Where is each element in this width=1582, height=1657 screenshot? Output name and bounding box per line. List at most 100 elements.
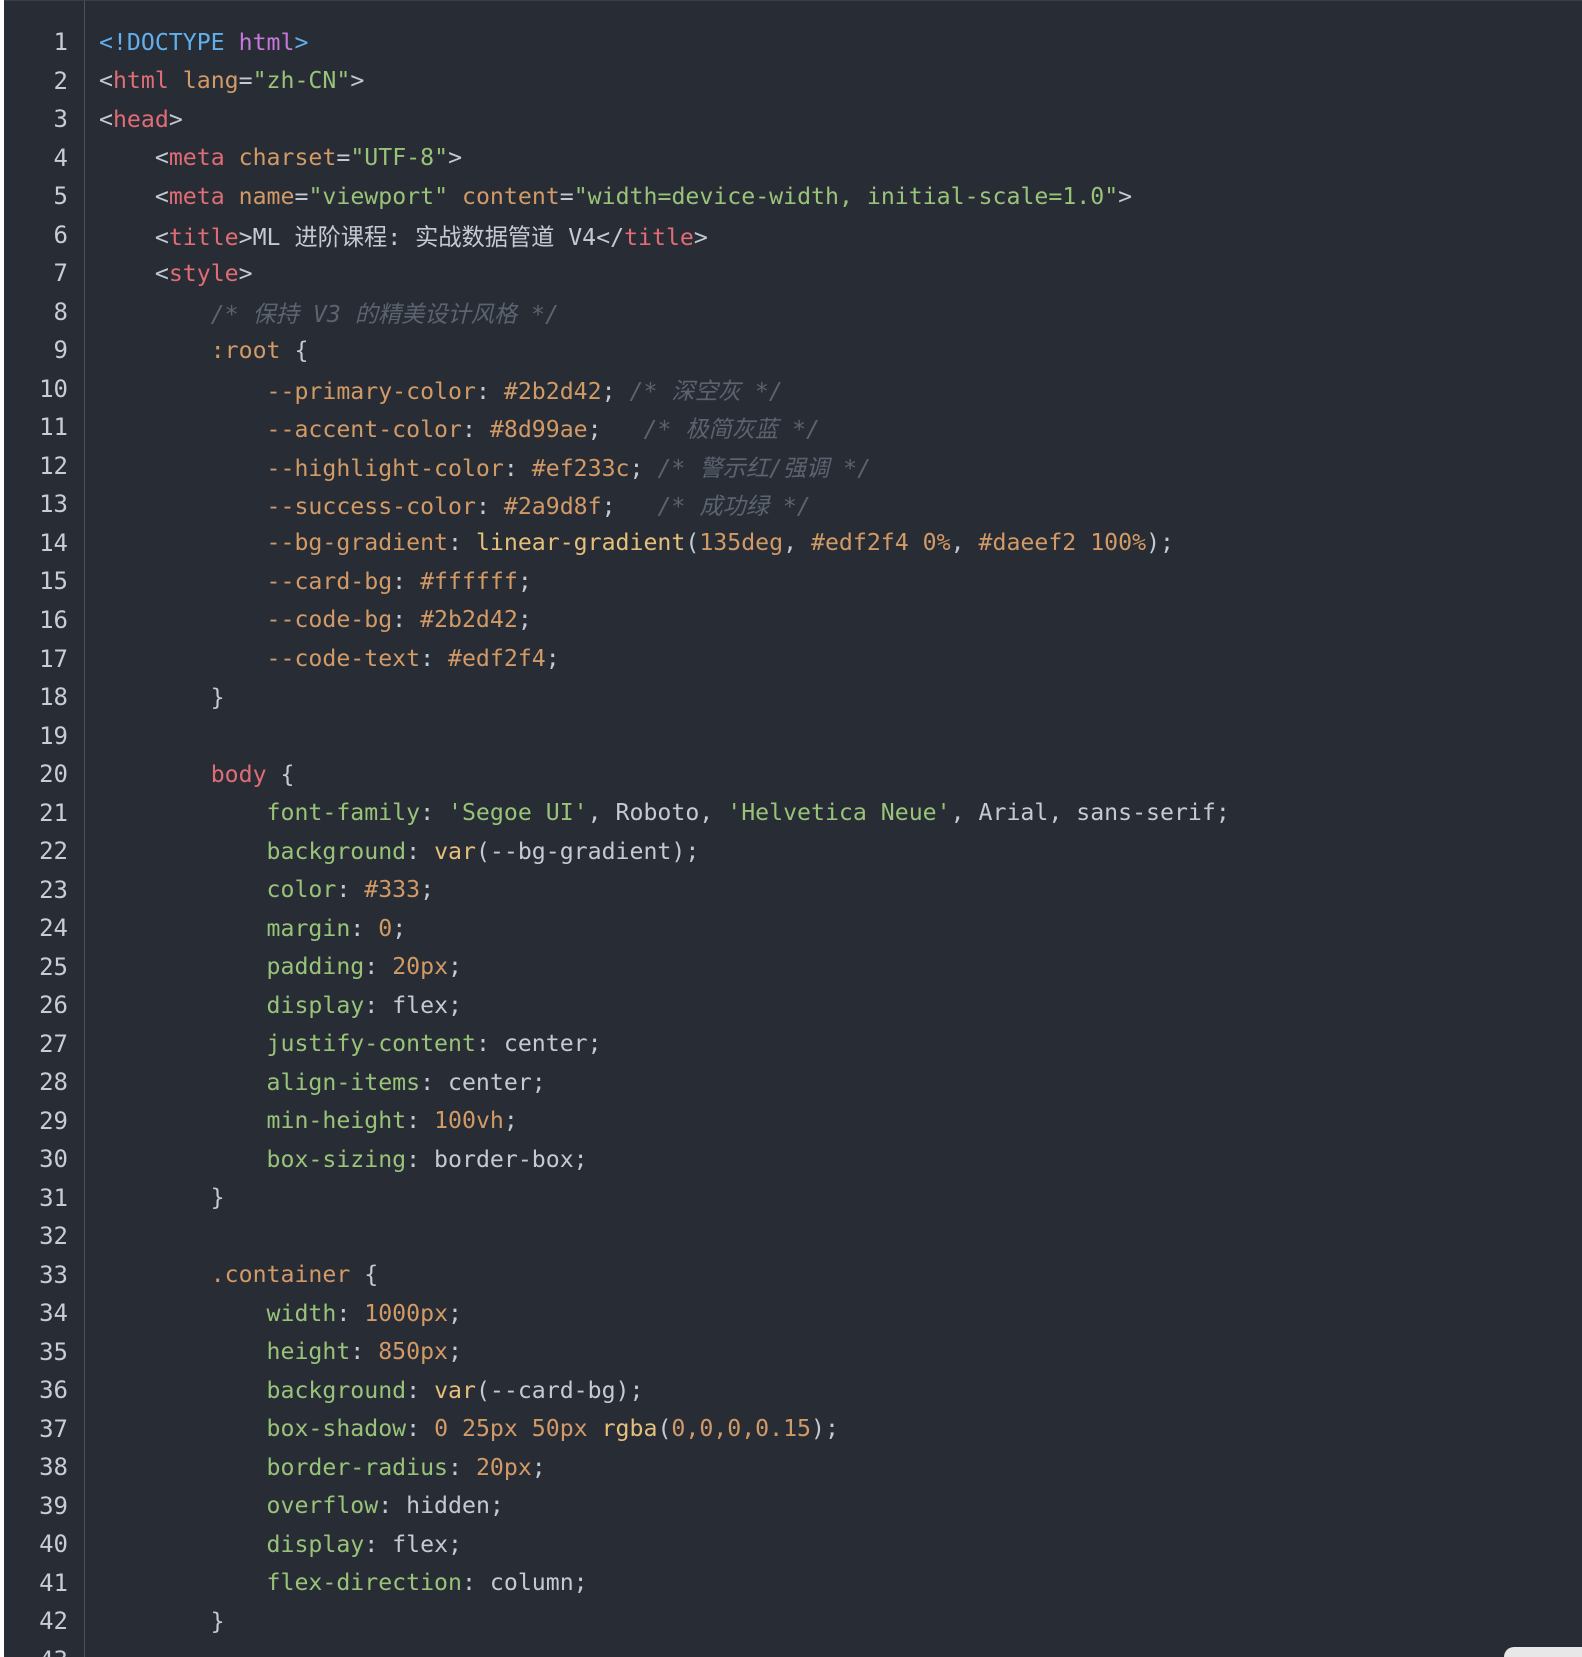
- code-text: <!DOCTYPE html>: [99, 28, 309, 56]
- code-text: justify-content: center;: [266, 1030, 602, 1058]
- code-text: height: 850px;: [266, 1338, 462, 1366]
- line-number: 33: [39, 1260, 68, 1289]
- line-number: 20: [39, 760, 68, 789]
- line-number: 18: [39, 683, 68, 712]
- code-line: 37 box-shadow: 0 25px 50px rgba(0,0,0,0.…: [4, 1410, 1582, 1449]
- code-text: }: [99, 683, 225, 711]
- code-text: }: [99, 1184, 225, 1212]
- code-line: 19: [4, 716, 1582, 755]
- code-text: font-family: 'Segoe UI', Roboto, 'Helvet…: [266, 799, 1230, 827]
- code-line: 17 --code-text: #edf2f4;: [4, 639, 1582, 678]
- code-line: 29 min-height: 100vh;: [4, 1101, 1582, 1140]
- line-number: 37: [39, 1414, 68, 1443]
- code-text: background: var(--bg-gradient);: [266, 837, 700, 865]
- code-line: 2 <html lang="zh-CN">: [4, 62, 1582, 101]
- code-editor[interactable]: 1 <!DOCTYPE html> 2 <html lang="zh-CN"> 3 <…: [4, 0, 1582, 1657]
- code-text: align-items: center;: [266, 1068, 546, 1096]
- line-number: 30: [39, 1145, 68, 1174]
- code-text: overflow: hidden;: [266, 1492, 504, 1520]
- code-text: <title>ML 进阶课程: 实战数据管道 V4</title>: [99, 223, 708, 251]
- line-number: 6: [53, 220, 68, 249]
- code-line: 23 color: #333;: [4, 870, 1582, 909]
- line-number: 42: [39, 1607, 68, 1636]
- line-number: 4: [53, 143, 68, 172]
- code-text: --highlight-color: #ef233c; /* 警示红/强调 */: [266, 454, 872, 482]
- line-number: 41: [39, 1568, 68, 1597]
- code-text: padding: 20px;: [266, 953, 462, 981]
- code-text: body {: [210, 760, 295, 788]
- code-line: 22 background: var(--bg-gradient);: [4, 832, 1582, 871]
- code-text: <head>: [99, 105, 183, 133]
- line-number: 13: [39, 490, 68, 519]
- code-text: /* 保持 V3 的精美设计风格 */: [99, 300, 559, 328]
- line-number: 39: [39, 1491, 68, 1520]
- code-text: width: 1000px;: [266, 1299, 462, 1327]
- code-line: 27 justify-content: center;: [4, 1024, 1582, 1063]
- line-number: 16: [39, 605, 68, 634]
- line-number: 22: [39, 837, 68, 866]
- code-text: border-radius: 20px;: [266, 1453, 546, 1481]
- line-number: 15: [39, 567, 68, 596]
- code-text: <meta charset="UTF-8">: [99, 144, 463, 172]
- code-line: 34 width: 1000px;: [4, 1294, 1582, 1333]
- code-line: 6 <title>ML 进阶课程: 实战数据管道 V4</title>: [4, 216, 1582, 255]
- line-number: 31: [39, 1183, 68, 1212]
- code-line: 10 --primary-color: #2b2d42; /* 深空灰 */: [4, 370, 1582, 409]
- code-text: color: #333;: [266, 876, 435, 904]
- code-line: 35 height: 850px;: [4, 1333, 1582, 1372]
- code-line: 30 box-sizing: border-box;: [4, 1140, 1582, 1179]
- code-text: --bg-gradient: linear-gradient(135deg, #…: [266, 529, 1174, 557]
- line-number: 11: [39, 413, 68, 442]
- code-line: 42 }: [4, 1602, 1582, 1641]
- code-text: display: flex;: [266, 1530, 462, 1558]
- line-number: 34: [39, 1299, 68, 1328]
- line-number: 1: [53, 28, 68, 57]
- code-line: 4 <meta charset="UTF-8">: [4, 139, 1582, 178]
- code-line: 36 background: var(--card-bg);: [4, 1371, 1582, 1410]
- code-line: 31 }: [4, 1178, 1582, 1217]
- line-number: 2: [53, 66, 68, 95]
- code-text: }: [99, 1607, 225, 1635]
- code-line: 3 <head>: [4, 100, 1582, 139]
- line-number: 5: [53, 182, 68, 211]
- code-text: background: var(--card-bg);: [266, 1376, 644, 1404]
- code-line: 8 /* 保持 V3 的精美设计风格 */: [4, 293, 1582, 332]
- code-line: 9 :root {: [4, 331, 1582, 370]
- code-line: 14 --bg-gradient: linear-gradient(135deg…: [4, 524, 1582, 563]
- line-number: 29: [39, 1106, 68, 1135]
- code-line: 24 margin: 0;: [4, 909, 1582, 948]
- line-number: 9: [53, 336, 68, 365]
- code-line: 18 }: [4, 678, 1582, 717]
- line-number: 35: [39, 1337, 68, 1366]
- code-line: 26 display: flex;: [4, 986, 1582, 1025]
- code-line: 12 --highlight-color: #ef233c; /* 警示红/强调…: [4, 447, 1582, 486]
- line-number: 24: [39, 914, 68, 943]
- code-text: margin: 0;: [266, 914, 407, 942]
- line-number: 26: [39, 991, 68, 1020]
- code-line: 39 overflow: hidden;: [4, 1487, 1582, 1526]
- code-text: <style>: [99, 259, 253, 287]
- line-number: 25: [39, 952, 68, 981]
- code-line: 1 <!DOCTYPE html>: [4, 23, 1582, 62]
- line-number: 27: [39, 1029, 68, 1058]
- line-number: 23: [39, 875, 68, 904]
- line-number: 17: [39, 644, 68, 673]
- line-number: 36: [39, 1376, 68, 1405]
- code-text: flex-direction: column;: [266, 1569, 588, 1597]
- code-line: 25 padding: 20px;: [4, 947, 1582, 986]
- code-text: --success-color: #2a9d8f; /* 成功绿 */: [266, 493, 811, 521]
- code-text: --code-bg: #2b2d42;: [266, 606, 532, 634]
- code-line: 7 <style>: [4, 254, 1582, 293]
- code-text: --card-bg: #ffffff;: [266, 567, 532, 595]
- code-line: 33 .container {: [4, 1256, 1582, 1295]
- code-text: --primary-color: #2b2d42; /* 深空灰 */: [266, 377, 783, 405]
- line-number: 43: [4, 1646, 68, 1657]
- code-text: :root {: [210, 336, 309, 364]
- line-number: 10: [39, 374, 68, 403]
- line-number: 8: [53, 297, 68, 326]
- code-text: box-shadow: 0 25px 50px rgba(0,0,0,0.15)…: [266, 1415, 839, 1443]
- code-line: 11 --accent-color: #8d99ae; /* 极简灰蓝 */: [4, 408, 1582, 447]
- code-text: --code-text: #edf2f4;: [266, 645, 560, 672]
- line-number: 21: [39, 798, 68, 827]
- code-line: 43: [4, 1641, 1582, 1657]
